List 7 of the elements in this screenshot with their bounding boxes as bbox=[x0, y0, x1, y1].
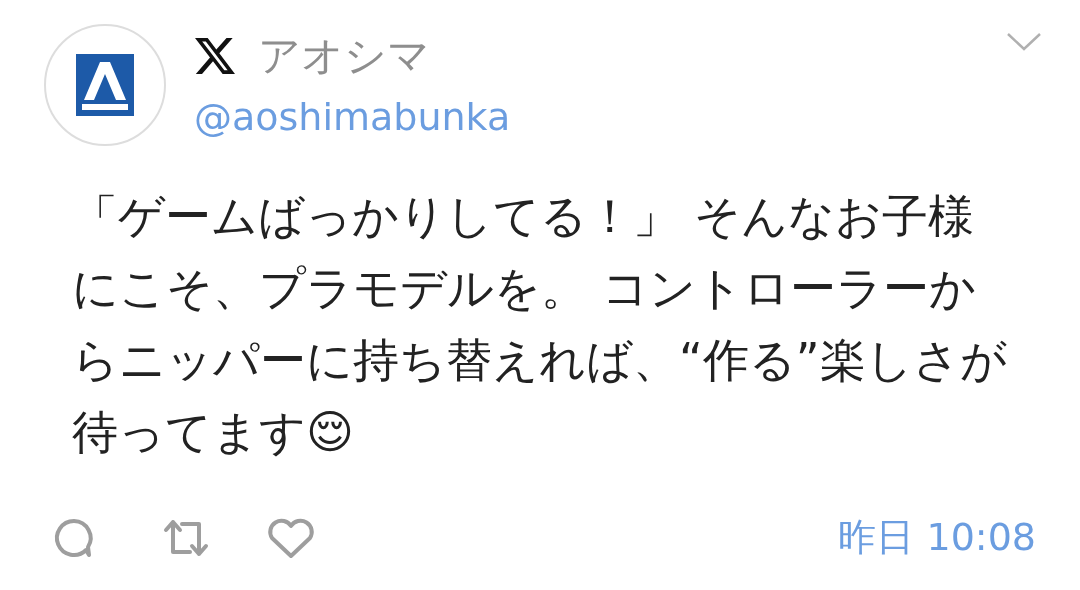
timestamp: 昨日 10:08 bbox=[838, 514, 1036, 561]
chevron-down-icon[interactable] bbox=[1006, 32, 1042, 52]
author-name: アオシマ bbox=[258, 35, 430, 77]
author-handle[interactable]: @aoshimabunka bbox=[194, 98, 511, 136]
tweet-text: 「ゲームばっかりしてる！」 そんなお子様にこそ、プラモデルを。 コントローラーからニッパーに持ち替えれば、“作る”楽しさが待ってます😌 bbox=[72, 188, 1008, 461]
logo-icon bbox=[76, 54, 134, 116]
x-logo-icon bbox=[194, 36, 236, 76]
